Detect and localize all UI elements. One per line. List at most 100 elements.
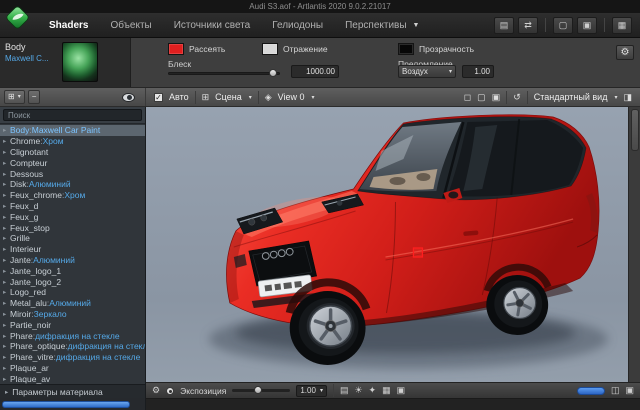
expand-view-icon[interactable]: ▢ [477, 92, 486, 103]
list-item[interactable]: ▸Feux_chrome : Хром [0, 190, 145, 201]
disclosure-icon[interactable]: ▸ [3, 288, 10, 296]
panels-icon[interactable]: ▦ [612, 17, 632, 34]
shine-value-field[interactable]: 1000.00 [291, 65, 339, 78]
list-item[interactable]: ▸Feux_d [0, 201, 145, 212]
disclosure-icon[interactable]: ▸ [3, 321, 10, 329]
list-item[interactable]: ▸Compteur [0, 157, 145, 168]
refraction-medium-select[interactable]: Воздух ▾ [398, 65, 456, 78]
standard-view-selector[interactable]: Стандартный вид [534, 92, 608, 102]
list-item[interactable]: ▸Clignotant [0, 147, 145, 158]
auto-checkbox[interactable]: ✓ [154, 93, 163, 102]
chevron-down-icon[interactable]: ▾ [249, 94, 252, 101]
list-item[interactable]: ▸Plaque_ar [0, 363, 145, 374]
disclosure-icon[interactable]: ▸ [3, 224, 10, 232]
disclosure-icon[interactable]: ▸ [3, 267, 10, 275]
scene-selector[interactable]: Сцена [215, 92, 242, 102]
disclosure-icon[interactable]: ▸ [3, 278, 10, 286]
disclosure-icon[interactable]: ▸ [3, 191, 10, 199]
list-item[interactable]: ▸Phare_vitre : дифракция на стекле [0, 352, 145, 363]
render-window-icon[interactable]: ▢ [553, 17, 573, 34]
list-item[interactable]: ▸Chrome : Хром [0, 136, 145, 147]
list-item[interactable]: ▸Body : Maxwell Car Paint [0, 125, 145, 136]
list-item[interactable]: ▸Miroir : Зеркало [0, 309, 145, 320]
disclosure-icon[interactable]: ▸ [3, 256, 10, 264]
list-item[interactable]: ▸Feux_g [0, 211, 145, 222]
heliodon-sun-icon[interactable]: ☀ [354, 385, 362, 396]
disclosure-icon[interactable]: ▸ [3, 180, 10, 188]
list-item[interactable]: ▸Metal_alu : Алюминий [0, 298, 145, 309]
shine-slider[interactable] [168, 72, 280, 75]
monitor-icon[interactable]: ▣ [397, 385, 406, 396]
exposure-radio[interactable] [166, 387, 174, 395]
disclosure-icon[interactable]: ▸ [3, 310, 10, 318]
tab-heliodons[interactable]: Гелиодоны [261, 13, 334, 38]
media-icon[interactable]: ▤ [340, 385, 349, 396]
shine-slider-thumb[interactable] [269, 69, 277, 77]
lights-icon[interactable]: ✦ [369, 385, 377, 396]
chevron-down-icon[interactable]: ▾ [614, 94, 617, 101]
tab-perspectives[interactable]: Перспективы [334, 13, 417, 38]
disclosure-icon[interactable]: ▸ [3, 126, 10, 134]
grid-icon[interactable]: ▦ [382, 385, 391, 396]
list-item[interactable]: ▸Jante_logo_1 [0, 265, 145, 276]
exposure-slider-thumb[interactable] [254, 386, 262, 394]
search-input[interactable]: Поиск [3, 109, 142, 121]
eye-icon[interactable] [122, 93, 135, 102]
horizontal-scrollbar-thumb[interactable] [2, 401, 130, 408]
chevron-down-icon[interactable]: ▾ [312, 94, 315, 101]
chevron-down-icon[interactable]: ▼ [413, 22, 420, 29]
disclosure-icon[interactable]: ▸ [3, 353, 10, 361]
list-item[interactable]: ▸Plaque_av [0, 373, 145, 384]
batch-render-icon[interactable]: ▣ [577, 17, 597, 34]
disclosure-icon[interactable]: ▸ [3, 202, 10, 210]
gear-icon[interactable]: ⚙ [152, 385, 160, 396]
blue-indicator-button[interactable] [577, 387, 605, 395]
list-item[interactable]: ▸Dessous [0, 168, 145, 179]
exposure-slider[interactable] [232, 389, 290, 392]
disclosure-icon[interactable]: ▸ [3, 375, 10, 383]
shader-selection-marker[interactable] [413, 248, 422, 257]
list-item[interactable]: ▸Interieur [0, 244, 145, 255]
reflection-color-swatch[interactable] [262, 43, 278, 55]
list-item[interactable]: ▸Jante : Алюминий [0, 255, 145, 266]
list-item[interactable]: ▸Jante_logo_2 [0, 276, 145, 287]
disclosure-icon[interactable]: ▸ [3, 170, 10, 178]
list-item[interactable]: ▸Logo_red [0, 287, 145, 298]
list-item[interactable]: ▸Disk : Алюминий [0, 179, 145, 190]
vertical-scrollbar[interactable] [628, 107, 640, 382]
layout-view-icon[interactable]: ▣ [492, 92, 501, 103]
disclosure-icon[interactable]: ▸ [3, 213, 10, 221]
rotate-view-icon[interactable]: ↺ [513, 92, 521, 103]
3d-viewport[interactable] [146, 107, 628, 382]
disclosure-icon[interactable]: ▸ [3, 364, 10, 372]
tab-objects[interactable]: Объекты [99, 13, 162, 38]
material-params-header[interactable]: ▸ Параметры материала [0, 384, 145, 398]
list-item[interactable]: ▸Partie_noir [0, 319, 145, 330]
remove-shader-button[interactable]: − [28, 90, 41, 104]
disclosure-icon[interactable]: ▸ [3, 342, 10, 350]
disclosure-icon[interactable]: ▸ [3, 148, 10, 156]
tab-shaders[interactable]: Shaders [38, 13, 99, 38]
panels-icon[interactable]: ▣ [625, 385, 634, 396]
list-item[interactable]: ▸Feux_stop [0, 222, 145, 233]
list-item[interactable]: ▸Phare_optique : дифракция на стекле [0, 341, 145, 352]
disclosure-icon[interactable]: ▸ [3, 234, 10, 242]
disclosure-icon[interactable]: ▸ [3, 299, 10, 307]
add-shader-button[interactable]: ⊞ ▾ [4, 90, 25, 104]
wrench-icon[interactable]: ⚙ [616, 45, 634, 60]
shader-preview-thumbnail[interactable] [62, 42, 98, 82]
right-panel-icon[interactable]: ◨ [623, 92, 632, 103]
exposure-value-field[interactable]: 1.00 ▾ [296, 385, 327, 397]
view-selector[interactable]: View 0 [278, 92, 305, 102]
tab-lights[interactable]: Источники света [163, 13, 262, 38]
list-item[interactable]: ▸Phare : дифракция на стекле [0, 330, 145, 341]
disclosure-icon[interactable]: ▸ [3, 137, 10, 145]
transparency-color-swatch[interactable] [398, 43, 414, 55]
disclosure-icon[interactable]: ▸ [3, 332, 10, 340]
refraction-value-field[interactable]: 1.00 [462, 65, 494, 78]
list-item[interactable]: ▸Grille [0, 233, 145, 244]
diffuse-color-swatch[interactable] [168, 43, 184, 55]
selected-shader-name[interactable]: Maxwell C... [5, 54, 55, 63]
fit-view-icon[interactable]: ◻ [464, 92, 471, 103]
disclosure-icon[interactable]: ▸ [3, 159, 10, 167]
